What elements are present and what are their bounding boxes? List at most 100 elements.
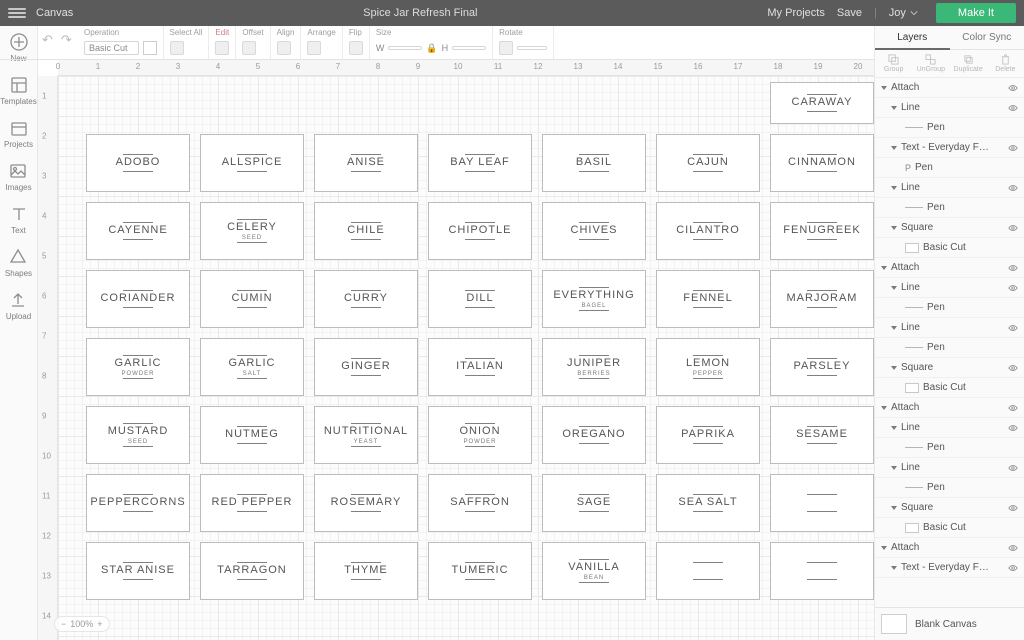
layer-row[interactable]: Line <box>875 458 1024 478</box>
visibility-icon[interactable] <box>1008 83 1018 93</box>
layer-row[interactable]: Pen <box>875 198 1024 218</box>
layer-row[interactable]: Pen <box>875 438 1024 458</box>
visibility-icon[interactable] <box>1008 463 1018 473</box>
spice-label[interactable]: THYME <box>314 542 418 600</box>
tab-colorsync[interactable]: Color Sync <box>950 26 1024 50</box>
align-button[interactable] <box>277 41 291 55</box>
caret-icon[interactable] <box>891 466 897 470</box>
layer-row[interactable]: Line <box>875 98 1024 118</box>
spice-label[interactable]: CHILE <box>314 202 418 260</box>
zoom-out-button[interactable]: − <box>61 619 66 629</box>
spice-label[interactable]: CAJUN <box>656 134 760 192</box>
layer-row[interactable]: Pen <box>875 118 1024 138</box>
caret-icon[interactable] <box>891 326 897 330</box>
lock-icon[interactable]: 🔒 <box>426 43 437 54</box>
spice-label[interactable]: FENNEL <box>656 270 760 328</box>
sidebar-shapes[interactable]: Shapes <box>5 247 32 278</box>
layer-row[interactable]: Basic Cut <box>875 518 1024 538</box>
spice-label[interactable]: CHIVES <box>542 202 646 260</box>
spice-label[interactable]: CURRY <box>314 270 418 328</box>
layer-row[interactable]: Line <box>875 418 1024 438</box>
select-all-button[interactable] <box>170 41 184 55</box>
delete-button[interactable]: Delete <box>987 50 1024 77</box>
spice-label[interactable]: LEMONPEPPER <box>656 338 760 396</box>
spice-label[interactable]: ALLSPICE <box>200 134 304 192</box>
spice-label[interactable]: PAPRIKA <box>656 406 760 464</box>
rotate-input[interactable] <box>517 46 547 50</box>
layer-row[interactable]: Square <box>875 358 1024 378</box>
layer-row[interactable]: Attach <box>875 538 1024 558</box>
sidebar-text[interactable]: Text <box>9 204 29 235</box>
visibility-icon[interactable] <box>1008 143 1018 153</box>
spice-label[interactable]: CAYENNE <box>86 202 190 260</box>
spice-label[interactable]: SEA SALT <box>656 474 760 532</box>
spice-label[interactable]: CORIANDER <box>86 270 190 328</box>
layer-row[interactable]: Attach <box>875 78 1024 98</box>
spice-label[interactable]: JUNIPERBERRIES <box>542 338 646 396</box>
visibility-icon[interactable] <box>1008 423 1018 433</box>
spice-label[interactable]: MARJORAM <box>770 270 874 328</box>
size-h-input[interactable] <box>452 46 486 50</box>
spice-label[interactable]: ITALIAN <box>428 338 532 396</box>
spice-label[interactable]: SESAME <box>770 406 874 464</box>
save-button[interactable]: Save <box>837 7 862 19</box>
caret-icon[interactable] <box>881 266 887 270</box>
design-canvas[interactable]: CARAWAY ADOBOALLSPICEANISEBAY LEAFBASILC… <box>58 76 874 640</box>
layer-row[interactable]: Line <box>875 178 1024 198</box>
spice-label[interactable]: OREGANO <box>542 406 646 464</box>
layer-row[interactable]: Text - Everyday Fonts - A… <box>875 138 1024 158</box>
spice-label[interactable] <box>770 542 874 600</box>
layer-row[interactable]: Text - Everyday Fonts - A… <box>875 558 1024 578</box>
visibility-icon[interactable] <box>1008 363 1018 373</box>
visibility-icon[interactable] <box>1008 103 1018 113</box>
visibility-icon[interactable] <box>1008 543 1018 553</box>
my-projects-link[interactable]: My Projects <box>767 7 824 19</box>
sidebar-upload[interactable]: Upload <box>6 290 31 321</box>
visibility-icon[interactable] <box>1008 403 1018 413</box>
spice-label[interactable]: ONIONPOWDER <box>428 406 532 464</box>
caret-icon[interactable] <box>891 506 897 510</box>
spice-label[interactable]: ROSEMARY <box>314 474 418 532</box>
spice-label[interactable]: EVERYTHINGBAGEL <box>542 270 646 328</box>
sidebar-templates[interactable]: Templates <box>0 75 36 106</box>
duplicate-button[interactable]: Duplicate <box>950 50 987 77</box>
project-title[interactable]: Spice Jar Refresh Final <box>73 7 767 19</box>
spice-label[interactable]: NUTMEG <box>200 406 304 464</box>
layer-row[interactable]: Attach <box>875 258 1024 278</box>
visibility-icon[interactable] <box>1008 323 1018 333</box>
layer-row[interactable]: Basic Cut <box>875 238 1024 258</box>
caret-icon[interactable] <box>881 406 887 410</box>
edit-button[interactable] <box>215 41 229 55</box>
caret-icon[interactable] <box>891 186 897 190</box>
offset-button[interactable] <box>242 41 256 55</box>
layer-row[interactable]: Pen <box>875 338 1024 358</box>
caret-icon[interactable] <box>891 286 897 290</box>
spice-label[interactable]: PARSLEY <box>770 338 874 396</box>
spice-label[interactable]: STAR ANISE <box>86 542 190 600</box>
menu-icon[interactable] <box>8 8 26 18</box>
layer-row[interactable]: Pen <box>875 478 1024 498</box>
spice-label[interactable]: CUMIN <box>200 270 304 328</box>
caret-icon[interactable] <box>881 546 887 550</box>
spice-label[interactable]: ADOBO <box>86 134 190 192</box>
operation-color[interactable] <box>143 41 157 55</box>
spice-label[interactable]: VANILLABEAN <box>542 542 646 600</box>
spice-label[interactable]: GARLICPOWDER <box>86 338 190 396</box>
spice-label[interactable]: GARLICSALT <box>200 338 304 396</box>
spice-label[interactable]: NUTRITIONALYEAST <box>314 406 418 464</box>
layer-row[interactable]: PPen <box>875 158 1024 178</box>
machine-selector[interactable]: Joy <box>889 7 918 19</box>
layer-row[interactable]: Basic Cut <box>875 378 1024 398</box>
visibility-icon[interactable] <box>1008 263 1018 273</box>
group-button[interactable]: Group <box>875 50 912 77</box>
sidebar-images[interactable]: Images <box>5 161 31 192</box>
visibility-icon[interactable] <box>1008 503 1018 513</box>
layer-row[interactable]: Square <box>875 218 1024 238</box>
spice-label[interactable]: DILL <box>428 270 532 328</box>
layer-row[interactable]: Attach <box>875 398 1024 418</box>
operation-select[interactable]: Basic Cut <box>84 41 139 55</box>
caret-icon[interactable] <box>891 426 897 430</box>
spice-label[interactable] <box>770 474 874 532</box>
mat-preview[interactable]: Blank Canvas <box>875 607 1024 640</box>
visibility-icon[interactable] <box>1008 563 1018 573</box>
